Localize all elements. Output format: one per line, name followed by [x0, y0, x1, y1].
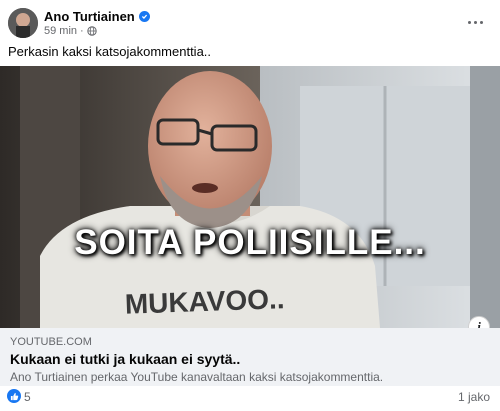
more-options-icon[interactable] — [464, 11, 486, 33]
like-icon[interactable] — [7, 389, 21, 403]
link-title: Kukaan ei tutki ja kukaan ei syytä.. — [10, 351, 241, 367]
avatar[interactable] — [8, 8, 38, 38]
meta-separator: · — [80, 25, 84, 37]
post-footer: 5 1 jako — [0, 386, 500, 411]
shirt-text: MUKAVOO.. — [124, 283, 285, 320]
link-description: Ano Turtiainen perkaa YouTube kanavaltaa… — [10, 370, 384, 384]
author-line: Ano Turtiainen — [44, 9, 150, 24]
link-domain: YOUTUBE.COM — [10, 336, 92, 348]
post-header: Ano Turtiainen 59 min · — [0, 0, 500, 40]
post-text: Perkasin kaksi katsojakommenttia.. — [8, 44, 212, 59]
thumbnail-image: MUKAVOO.. — [0, 66, 500, 328]
verified-badge-icon — [138, 11, 150, 22]
link-preview[interactable]: YOUTUBE.COM Kukaan ei tutki ja kukaan ei… — [0, 328, 500, 386]
author-name[interactable]: Ano Turtiainen — [44, 9, 135, 24]
post-time[interactable]: 59 min — [44, 25, 77, 37]
shares-count[interactable]: 1 jako — [458, 390, 490, 404]
avatar-image — [8, 8, 38, 38]
globe-icon — [87, 26, 97, 36]
reactions-count[interactable]: 5 — [24, 390, 31, 404]
overlay-caption: SOITA POLIISILLE... — [74, 223, 426, 262]
post-meta: 59 min · — [44, 25, 97, 37]
video-thumbnail[interactable]: MUKAVOO.. — [0, 66, 500, 328]
